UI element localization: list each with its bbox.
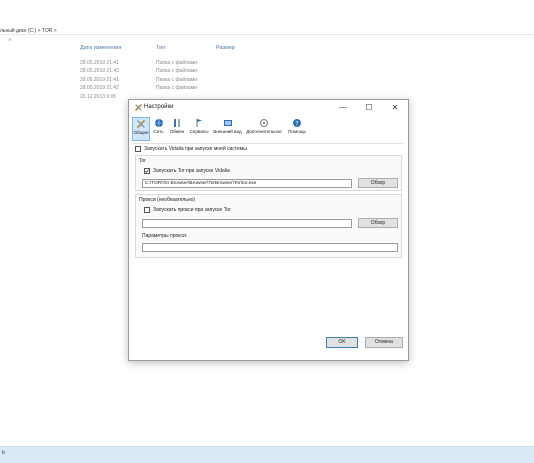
exchange-icon [174,119,180,127]
tab-label: Помощь [288,129,306,134]
tor-browse-button[interactable]: Обзор [358,178,398,188]
tab-label: Внешний вид [213,129,242,134]
title-bar[interactable]: Настройки — ☐ ✕ [129,100,408,116]
start-with-system-checkbox[interactable] [135,146,141,152]
tab-exchange[interactable]: Обмен [168,117,186,141]
start-tor-label: Запускать Tor при запуске Vidalia [153,168,230,174]
file-type: Папка с файлами [156,76,198,83]
file-date: 28.05.2019 21:41 [80,60,119,66]
tab-label: Сеть [153,129,164,134]
start-with-system-label: Запускать Vidalia при запуске моей систе… [144,146,247,152]
tab-services[interactable]: Сервисы [188,117,210,141]
minimize-button[interactable]: — [330,100,356,115]
tab-general[interactable]: Общие [132,117,150,141]
column-size[interactable]: Размер [216,45,235,51]
proxy-path-input[interactable] [142,219,352,228]
proxy-params-input[interactable] [142,243,398,252]
file-type: Папка с файлами [156,85,198,92]
tab-label: Обмен [169,129,185,134]
column-type[interactable]: Тип [156,45,165,51]
tor-path-input[interactable]: C:\TOR\Tor Browser\Browser\TorBrowser\To… [142,179,352,188]
file-date: 28.05.2019 21:43 [80,68,119,75]
settings-wrench-icon [135,104,142,111]
services-icon [196,119,202,127]
maximize-button[interactable]: ☐ [356,100,382,115]
column-date[interactable]: Дата изменения [80,45,121,51]
help-icon: ? [293,119,301,127]
file-type: Папка с файлами [156,60,198,66]
file-type: Папка с файлами [156,68,198,75]
taskbar [0,446,534,463]
svg-text:?: ? [295,120,298,127]
start-tor-checkbox[interactable] [144,168,150,174]
settings-dialog: Настройки — ☐ ✕ Общие Сеть Обмен Сервисы… [128,99,409,361]
tab-label: Общие [133,130,149,135]
address-bar[interactable] [0,0,534,35]
proxy-browse-button[interactable]: Обзор [358,218,398,228]
general-icon [137,120,145,128]
start-proxy-checkbox[interactable] [144,207,150,213]
tab-network[interactable]: Сеть [151,117,166,141]
taskbar-item[interactable]: b [2,450,5,456]
close-button[interactable]: ✕ [382,100,408,115]
proxy-group: Прокси (необязательно) Запускать прокси … [135,194,402,258]
network-icon [154,119,163,127]
ok-button[interactable]: OK [326,337,358,348]
tab-label: Дополнительное [246,129,282,134]
tab-advanced[interactable]: Дополнительное [245,117,283,141]
start-proxy-label: Запускать прокси при запуске Tor [153,207,231,213]
file-date: 20.12.2013 0:05 [80,93,117,100]
file-date: 28.05.2019 21:41 [80,76,119,83]
sort-up-icon: ˄ [8,38,12,44]
tab-label: Сервисы [189,129,209,134]
tor-group-title: Tor [139,158,146,164]
advanced-icon [259,118,269,128]
appearance-icon [223,120,232,126]
tab-appearance[interactable]: Внешний вид [212,117,243,141]
file-date: 28.05.2019 21:42 [80,85,119,92]
proxy-params-label: Параметры прокси: [142,233,188,239]
toolbar-divider [133,143,404,144]
tor-group: Tor Запускать Tor при запуске Vidalia C:… [135,155,402,191]
dialog-title: Настройки [144,104,174,110]
proxy-group-title: Прокси (необязательно) [139,197,196,203]
settings-toolbar: Общие Сеть Обмен Сервисы Внешний вид Доп… [129,116,408,142]
cancel-button[interactable]: Отмена [365,337,403,348]
breadcrumb[interactable]: льный диск (C:) > TOR > [0,28,57,34]
tab-help[interactable]: ? Помощь [285,117,309,141]
check-icon [145,169,149,173]
